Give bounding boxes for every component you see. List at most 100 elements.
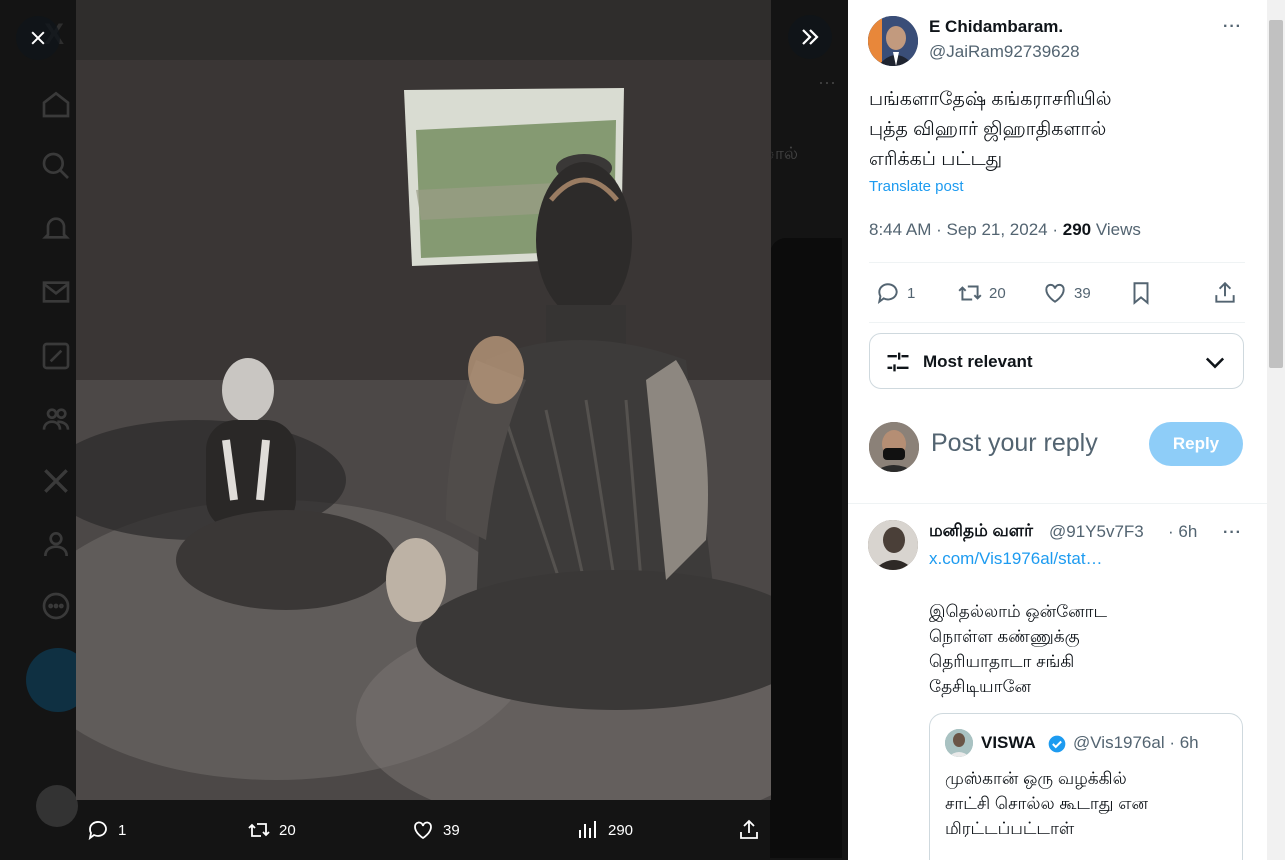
post-meta: 8:44 AM · Sep 21, 2024 · 290 Views — [869, 220, 1141, 239]
translate-post-link[interactable]: Translate post — [869, 178, 964, 195]
divider — [869, 262, 1245, 263]
reply-text-line: இதெல்லாம் ஒன்னோட — [929, 602, 1108, 621]
post-action-bar: 1 20 39 — [869, 268, 1245, 318]
profile-icon — [44, 532, 68, 557]
views-icon — [579, 821, 596, 838]
reply-text-line: தெரியாதாடா சங்கி — [929, 652, 1075, 671]
divider — [848, 503, 1267, 504]
more-circle-icon — [42, 592, 70, 620]
bookmark-icon — [1133, 282, 1149, 305]
post-more-icon[interactable]: ··· — [1223, 18, 1242, 36]
media-views-count: 290 — [608, 821, 634, 839]
share-button[interactable] — [1212, 268, 1238, 318]
media-share-button[interactable] — [737, 800, 761, 860]
post-date[interactable]: Sep 21, 2024 — [946, 220, 1047, 239]
user-avatar[interactable] — [869, 422, 919, 472]
scrollbar[interactable] — [1267, 0, 1285, 860]
media-like-button[interactable]: 39 — [411, 800, 460, 860]
background-more-icon: ··· — [818, 72, 836, 92]
post-time[interactable]: 8:44 AM — [869, 220, 931, 239]
quote-author-name: VISWA — [981, 733, 1036, 752]
reply-icon — [88, 821, 107, 841]
quoted-post[interactable]: VISWA @Vis1976al · 6h முஸ்கான் ஒரு வழக்க… — [929, 713, 1243, 860]
reply-author-handle[interactable]: @91Y5v7F3 — [1049, 522, 1169, 542]
reply-input[interactable]: Post your reply — [931, 429, 1098, 458]
reply-text-line: நொள்ள கண்ணுக்கு — [929, 627, 1080, 646]
divider — [869, 322, 1245, 323]
bell-icon — [42, 217, 70, 239]
reply-icon — [877, 283, 898, 304]
share-icon — [1215, 281, 1235, 303]
author-handle[interactable]: @JaiRam92739628 — [929, 42, 1080, 62]
bookmark-button[interactable] — [1128, 268, 1154, 318]
post-text-line: பங்களாதேஷ் கங்கராசரியில் — [869, 89, 1112, 110]
verified-badge-icon — [1048, 735, 1066, 753]
author-name[interactable]: E Chidambaram. — [929, 17, 1063, 37]
post-text-line: எரிக்கப் பட்டது — [869, 149, 1003, 170]
post-views-label: Views — [1095, 220, 1141, 239]
heart-icon — [1045, 283, 1065, 303]
reply-submit-button[interactable]: Reply — [1149, 422, 1243, 466]
chevron-down-icon — [1205, 357, 1225, 369]
home-icon — [42, 91, 70, 118]
media-viewer: X ··· ால் — [0, 0, 848, 860]
like-count: 39 — [1074, 284, 1091, 302]
user-avatar-image — [869, 422, 919, 472]
heart-icon — [414, 821, 432, 840]
media-reply-count: 1 — [118, 821, 127, 839]
mail-icon — [42, 281, 70, 303]
post-text: பங்களாதேஷ் கங்கராசரியில் புத்த விஹார் ஜி… — [869, 85, 1239, 175]
quote-text-line: முஸ்கான் ஒரு வழக்கில் — [945, 769, 1127, 788]
media-reply-button[interactable]: 1 — [86, 800, 126, 860]
author-avatar[interactable] — [868, 16, 918, 66]
background-card — [770, 238, 842, 858]
like-button[interactable]: 39 — [1042, 268, 1091, 318]
repost-icon — [248, 823, 270, 837]
quote-author-handle: @Vis1976al · 6h — [1073, 733, 1199, 752]
sort-dropdown[interactable]: Most relevant — [869, 333, 1244, 389]
reply-composer: Post your reply Reply — [869, 420, 1245, 476]
media-action-bar: 1 20 39 290 — [0, 800, 848, 860]
quote-author-avatar-image — [945, 729, 973, 757]
reply-text: இதெல்லாம் ஒன்னோட நொள்ள கண்ணுக்கு தெரியாத… — [929, 599, 1107, 699]
quote-text: முஸ்கான் ஒரு வழக்கில் சாட்சி சொல்ல கூடாத… — [945, 766, 1148, 841]
post-text-line: புத்த விஹார் ஜிஹாதிகளால் — [869, 119, 1107, 140]
communities-icon — [42, 408, 70, 430]
post-photo — [76, 0, 771, 800]
post-author: E Chidambaram. @JaiRam92739628 ··· — [868, 16, 1246, 66]
scrollbar-thumb[interactable] — [1269, 20, 1283, 368]
double-chevron-right-icon — [802, 29, 819, 45]
reply-count: 1 — [907, 284, 916, 302]
share-icon — [740, 819, 758, 839]
search-icon — [42, 152, 69, 179]
reply-text-line: தேசிடியானே — [929, 677, 1031, 696]
quote-author-avatar — [945, 729, 973, 757]
quote-text-line: சாட்சி சொல்ல கூடாது என — [945, 794, 1149, 813]
x-premium-icon — [44, 469, 68, 493]
repost-count: 20 — [989, 284, 1006, 302]
repost-button[interactable]: 20 — [957, 268, 1006, 318]
reply-author-avatar-image — [868, 520, 918, 570]
reply-link[interactable]: x.com/Vis1976al/stat… — [929, 549, 1103, 569]
media-like-count: 39 — [443, 821, 460, 839]
repost-icon — [958, 285, 982, 301]
post-detail-panel: E Chidambaram. @JaiRam92739628 ··· பங்கள… — [848, 0, 1285, 860]
expand-panel-button[interactable] — [788, 15, 832, 59]
sliders-icon — [887, 352, 909, 372]
reply-item[interactable]: மனிதம் வளர் @91Y5v7F3 · 6h ··· x.com/Vis… — [868, 518, 1248, 860]
burned-statue-illustration — [76, 0, 771, 800]
quote-text-line: மிரட்டப்பட்டாள் — [945, 819, 1075, 838]
close-icon — [31, 31, 45, 45]
grok-icon — [42, 342, 70, 370]
media-views-button[interactable]: 290 — [576, 800, 633, 860]
author-avatar-image — [868, 16, 918, 66]
reply-more-icon[interactable]: ··· — [1223, 524, 1242, 542]
reply-button[interactable]: 1 — [875, 268, 915, 318]
reply-author-name[interactable]: மனிதம் வளர் — [929, 521, 1033, 543]
reply-time[interactable]: · 6h — [1168, 522, 1197, 542]
close-button[interactable] — [16, 16, 60, 60]
media-repost-button[interactable]: 20 — [247, 800, 296, 860]
media-repost-count: 20 — [279, 821, 296, 839]
reply-author-avatar[interactable] — [868, 520, 918, 570]
post-views-count: 290 — [1062, 220, 1092, 239]
